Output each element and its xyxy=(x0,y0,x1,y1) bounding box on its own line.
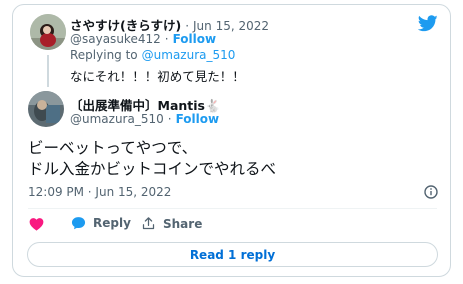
replying-to: Replying to @umazura_510 xyxy=(70,48,235,62)
avatar[interactable] xyxy=(28,91,64,127)
follow-button[interactable]: Follow xyxy=(176,112,220,126)
reply-action[interactable]: Reply xyxy=(71,216,131,230)
tweet-timestamp[interactable]: 12:09 PM · Jun 15, 2022 xyxy=(28,185,171,199)
avatar[interactable] xyxy=(30,14,66,50)
first-tweet-handle-row: @sayasuke412 · Follow xyxy=(70,32,216,46)
reply-button-label: Reply xyxy=(93,216,131,230)
first-tweet-text: なにそれ！！！初めて見た！！ xyxy=(70,69,245,84)
share-button-label: Share xyxy=(163,216,203,231)
info-icon[interactable] xyxy=(424,185,438,199)
avatar-image xyxy=(30,14,66,50)
handle-separator: · xyxy=(167,112,172,126)
tweet-text-line: ドル入金かビットコインでやれるべ xyxy=(28,160,277,178)
replying-to-handle[interactable]: @umazura_510 xyxy=(142,48,236,62)
handle-separator: · xyxy=(164,32,169,46)
read-replies-button[interactable]: Read 1 reply xyxy=(27,242,438,267)
author-handle[interactable]: @sayasuke412 xyxy=(70,32,161,46)
tweet-date[interactable]: Jun 15, 2022 xyxy=(193,19,269,33)
replying-to-prefix: Replying to xyxy=(70,48,138,62)
tweet-embed-card: さやすけ(きらすけ) · Jun 15, 2022 @sayasuke412 ·… xyxy=(12,4,451,277)
heart-icon[interactable] xyxy=(29,217,44,231)
share-action[interactable]: Share xyxy=(141,216,202,231)
tweet-text-line: ビーベットってやつで、 xyxy=(28,139,198,157)
twitter-bird-icon[interactable] xyxy=(418,15,438,32)
thread-line xyxy=(47,55,49,87)
share-icon xyxy=(142,217,155,230)
author-handle[interactable]: @umazura_510 xyxy=(70,112,164,126)
timestamp-separator: · xyxy=(185,19,190,33)
divider xyxy=(28,208,437,209)
follow-button[interactable]: Follow xyxy=(173,32,217,46)
avatar-image xyxy=(28,91,64,127)
main-tweet-handle-row: @umazura_510 · Follow xyxy=(70,112,219,126)
reply-bubble-icon xyxy=(71,217,86,230)
